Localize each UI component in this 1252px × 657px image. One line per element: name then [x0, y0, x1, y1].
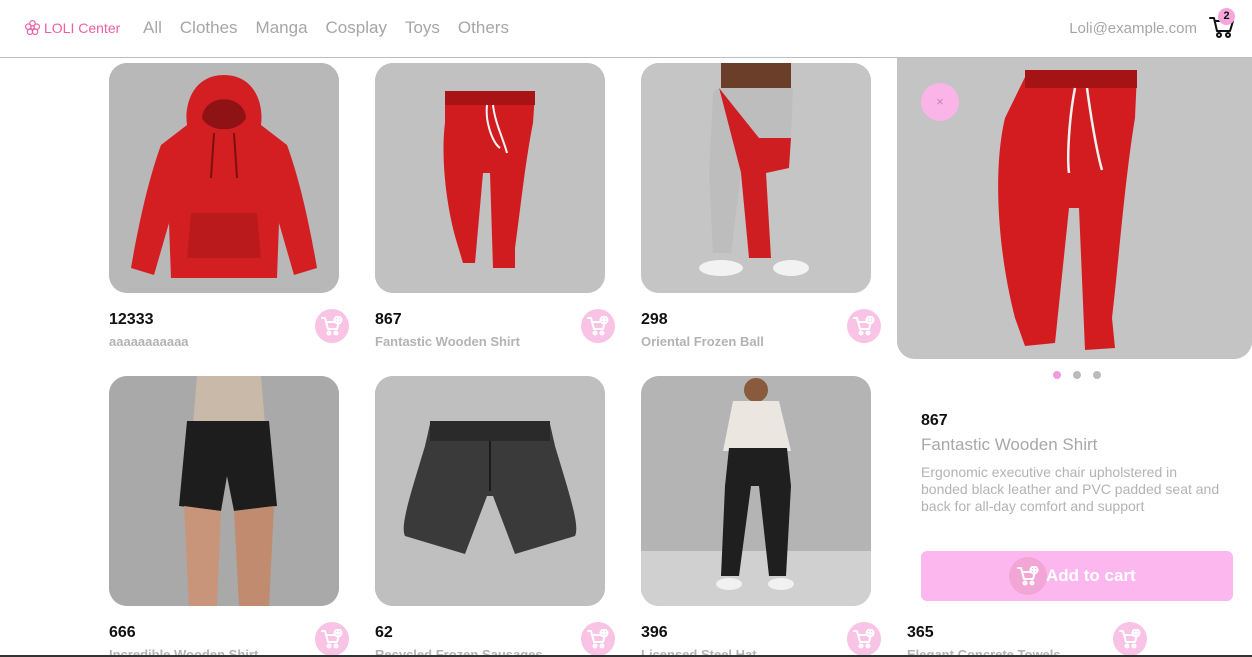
product-price: 298: [641, 311, 668, 328]
user-email[interactable]: Loli@example.com: [1069, 20, 1197, 37]
product-price: 396: [641, 624, 668, 641]
product-name: Fantastic Wooden Shirt: [375, 334, 520, 349]
category-nav: All Clothes Manga Cosplay Toys Others: [143, 18, 509, 38]
add-to-cart-label: Add to cart: [1046, 566, 1136, 585]
carousel-dot-1[interactable]: [1053, 371, 1061, 379]
product-image-black-shorts[interactable]: [375, 376, 605, 606]
cart-plus-icon: [321, 316, 343, 336]
nav-item-all[interactable]: All: [143, 18, 162, 38]
product-image-red-hoodie[interactable]: [109, 63, 339, 293]
detail-product-name: Fantastic Wooden Shirt: [921, 435, 1098, 454]
detail-description: Ergonomic executive chair upholstered in…: [921, 464, 1220, 514]
product-name: aaaaaaaaaaa: [109, 334, 189, 349]
carousel-indicators: [1053, 371, 1101, 379]
carousel-dot-3[interactable]: [1093, 371, 1101, 379]
product-price: 365: [907, 624, 934, 641]
cart-plus-icon: [587, 316, 609, 336]
cart-plus-icon: [853, 629, 875, 649]
carousel-dot-2[interactable]: [1073, 371, 1081, 379]
product-price: 666: [109, 624, 136, 641]
add-to-cart-button[interactable]: [581, 309, 615, 343]
cart-plus-icon: [853, 316, 875, 336]
close-detail-button[interactable]: ×: [921, 83, 959, 121]
product-image-red-sweatpants[interactable]: [375, 63, 605, 293]
product-card[interactable]: 298 Oriental Frozen Ball: [641, 63, 881, 349]
cart-plus-icon: [1009, 557, 1047, 595]
product-image-black-shorts-model[interactable]: [109, 376, 339, 606]
add-to-cart-button[interactable]: [581, 622, 615, 656]
nav-item-others[interactable]: Others: [458, 18, 509, 38]
logo[interactable]: LOLI Center: [24, 19, 120, 36]
product-price: 12333: [109, 311, 154, 328]
product-card[interactable]: 666 Incredible Wooden Shirt: [109, 376, 349, 657]
product-card[interactable]: 12333 aaaaaaaaaaa: [109, 63, 349, 349]
product-card[interactable]: 62 Recycled Frozen Sausages: [375, 376, 615, 657]
add-to-cart-button[interactable]: [315, 309, 349, 343]
nav-item-manga[interactable]: Manga: [256, 18, 308, 38]
top-bar: LOLI Center All Clothes Manga Cosplay To…: [0, 0, 1252, 58]
add-to-cart-large-button[interactable]: Add to cart: [921, 551, 1233, 601]
add-to-cart-button[interactable]: [847, 309, 881, 343]
add-to-cart-button[interactable]: [1113, 622, 1147, 656]
cart-plus-icon: [587, 629, 609, 649]
cart-count-badge: 2: [1218, 8, 1235, 25]
product-image-black-joggers-model[interactable]: [641, 376, 871, 606]
nav-item-clothes[interactable]: Clothes: [180, 18, 238, 38]
logo-text: LOLI Center: [44, 19, 121, 36]
add-to-cart-button[interactable]: [847, 622, 881, 656]
cart-plus-icon: [1119, 629, 1141, 649]
nav-item-cosplay[interactable]: Cosplay: [326, 18, 387, 38]
product-card[interactable]: 396 Licensed Steel Hat: [641, 376, 881, 657]
product-name: Oriental Frozen Ball: [641, 334, 764, 349]
nav-item-toys[interactable]: Toys: [405, 18, 440, 38]
product-card[interactable]: 867 Fantastic Wooden Shirt: [375, 63, 615, 349]
product-image-red-grey-joggers[interactable]: [641, 63, 871, 293]
product-price: 867: [375, 311, 402, 328]
flower-icon: [24, 19, 41, 36]
product-price: 62: [375, 624, 393, 641]
detail-price: 867: [921, 412, 948, 429]
cart-plus-icon: [321, 629, 343, 649]
add-to-cart-button[interactable]: [315, 622, 349, 656]
